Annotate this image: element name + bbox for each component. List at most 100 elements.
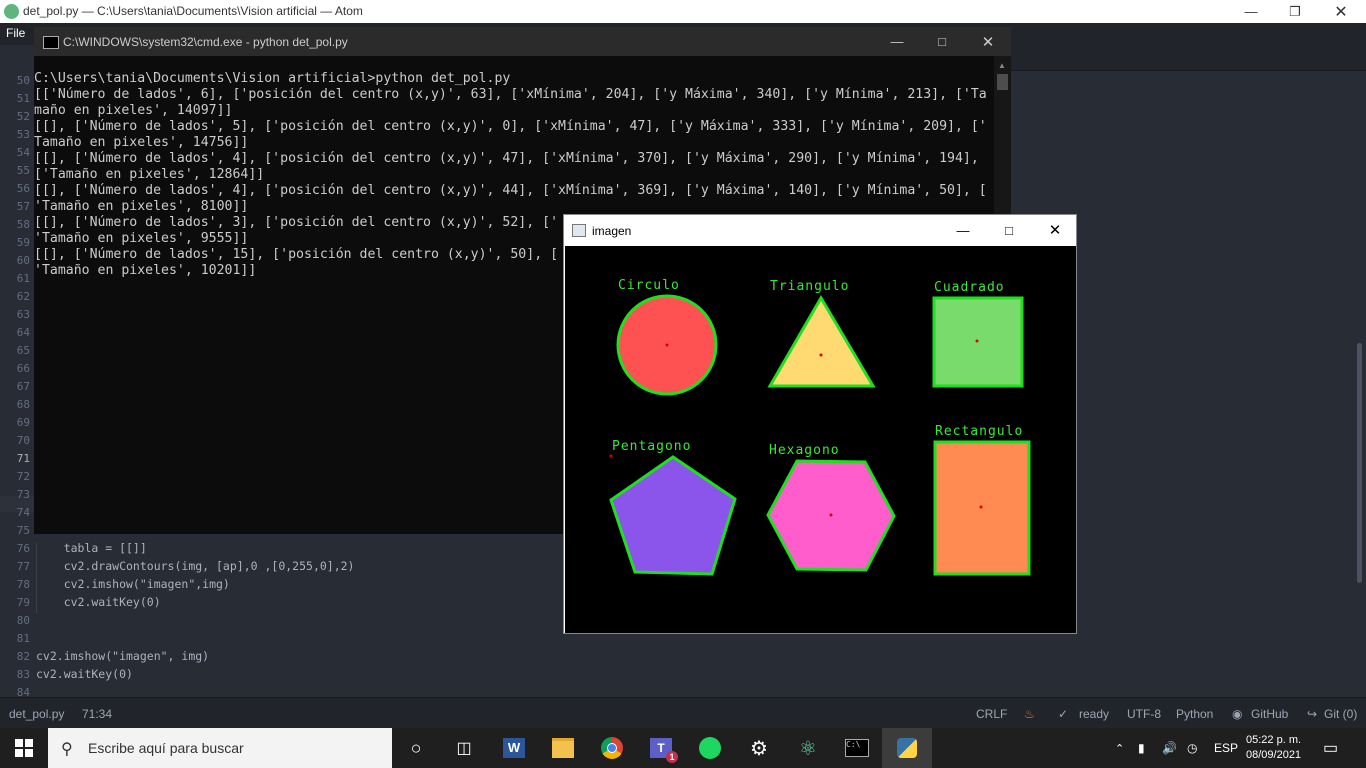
atom-taskbar-icon[interactable]: ⚛: [784, 728, 832, 768]
cortana-icon[interactable]: ○: [392, 728, 440, 768]
clock-date: 08/09/2021: [1246, 749, 1302, 761]
close-button[interactable]: ✕: [1318, 0, 1364, 23]
github-icon: ◉: [1232, 707, 1243, 721]
cmd-scroll-thumb[interactable]: [997, 74, 1008, 90]
clock-time: 05:22 p. m.: [1246, 734, 1302, 746]
code-line[interactable]: tabla = [[]]: [36, 541, 147, 555]
cmd-taskbar-icon[interactable]: C:\: [833, 728, 881, 768]
line-number: 80: [16, 614, 30, 627]
windows-taskbar: ⚲ Escribe aquí para buscar ○ ◫ W T1 ⚙ ⚛ …: [0, 728, 1366, 768]
status-line-ending[interactable]: CRLF: [976, 707, 1007, 721]
line-number: 75: [16, 524, 30, 537]
editor-scrollbar[interactable]: [1357, 343, 1362, 583]
atom-statusbar: det_pol.py 71:34 CRLF ♨ ✓ ready UTF-8 Py…: [0, 697, 1366, 729]
label-rectangulo: Rectangulo: [935, 424, 1023, 439]
atom-titlebar: det_pol.py — C:\Users\tania\Documents\Vi…: [0, 0, 1366, 23]
volume-icon[interactable]: 🔊: [1162, 728, 1177, 768]
label-circulo: Circulo: [618, 278, 680, 293]
line-number: 54: [16, 146, 30, 159]
status-github[interactable]: GitHub: [1251, 707, 1288, 721]
label-hexagono: Hexagono: [769, 443, 840, 458]
line-number: 60: [16, 254, 30, 267]
notification-icon[interactable]: ▭: [1323, 728, 1338, 768]
task-view-icon[interactable]: ◫: [440, 728, 488, 768]
spotify-icon[interactable]: [686, 728, 734, 768]
minimize-button[interactable]: —: [1228, 0, 1274, 23]
line-number: 77: [16, 560, 30, 573]
line-number: 65: [16, 344, 30, 357]
cmd-output-line: [[], ['Número de lados', 4], ['posición …: [34, 151, 979, 166]
code-line[interactable]: cv2.waitKey(0): [36, 595, 161, 609]
imagen-canvas: Circulo Triangulo Cuadrado Pentagono Hex…: [565, 246, 1076, 633]
imagen-window-icon: [572, 224, 586, 237]
line-number: 81: [16, 632, 30, 645]
line-number: 57: [16, 200, 30, 213]
clock[interactable]: 05:22 p. m. 08/09/2021: [1246, 728, 1301, 768]
cmd-close-button[interactable]: ✕: [965, 27, 1011, 56]
line-number: 79: [16, 596, 30, 609]
square-center-dot: [975, 339, 979, 343]
status-encoding[interactable]: UTF-8: [1127, 707, 1161, 721]
line-number: 82: [16, 650, 30, 663]
language-indicator[interactable]: ESP: [1214, 728, 1238, 768]
imagen-close-button[interactable]: ✕: [1032, 215, 1078, 245]
circle-center-dot: [665, 343, 669, 347]
line-number: 69: [16, 416, 30, 429]
line-number: 52: [16, 110, 30, 123]
triangle-shape: [767, 295, 876, 388]
taskbar-search[interactable]: ⚲ Escribe aquí para buscar: [48, 728, 392, 768]
chrome-icon[interactable]: [588, 728, 636, 768]
status-git[interactable]: Git (0): [1324, 707, 1357, 721]
line-number: 61: [16, 272, 30, 285]
teams-icon[interactable]: T1: [637, 728, 685, 768]
code-line[interactable]: cv2.imshow("imagen",img): [36, 577, 230, 591]
line-number: 71: [16, 452, 30, 465]
imagen-window-title: imagen: [592, 224, 632, 238]
word-app-icon[interactable]: W: [490, 728, 538, 768]
atom-window-title: det_pol.py — C:\Users\tania\Documents\Vi…: [23, 4, 363, 18]
file-explorer-icon[interactable]: [539, 728, 587, 768]
wifi-icon[interactable]: ◷: [1187, 728, 1197, 768]
label-triangulo: Triangulo: [770, 279, 849, 294]
line-number: 73: [16, 488, 30, 501]
status-ready[interactable]: ready: [1079, 707, 1109, 721]
start-button[interactable]: [0, 728, 48, 768]
status-filename[interactable]: det_pol.py: [9, 707, 64, 721]
code-line[interactable]: cv2.waitKey(0): [36, 667, 133, 681]
line-number: 83: [16, 668, 30, 681]
imagen-maximize-button[interactable]: □: [986, 215, 1032, 245]
code-line[interactable]: cv2.imshow("imagen", img): [36, 649, 209, 663]
maximize-button[interactable]: ❐: [1272, 0, 1318, 23]
line-number: 62: [16, 290, 30, 303]
line-number: 68: [16, 398, 30, 411]
cmd-output-line: [['Número de lados', 6], ['posición del …: [34, 87, 987, 102]
imagen-window[interactable]: imagen — □ ✕ Circulo Triangulo Cuadrado …: [563, 214, 1077, 634]
pentagon-center-dot: [609, 454, 613, 458]
line-number: 70: [16, 434, 30, 447]
triangle-center-dot: [819, 353, 823, 357]
code-line[interactable]: cv2.drawContours(img, [ap],0 ,[0,255,0],…: [36, 559, 355, 573]
cmd-maximize-button[interactable]: □: [919, 27, 965, 56]
status-grammar[interactable]: Python: [1176, 707, 1213, 721]
line-number: 72: [16, 470, 30, 483]
battery-icon[interactable]: ▮: [1138, 728, 1145, 768]
cmd-minimize-button[interactable]: —: [874, 27, 920, 56]
status-cursor-position[interactable]: 71:34: [82, 707, 112, 721]
imagen-minimize-button[interactable]: —: [940, 215, 986, 245]
menu-file[interactable]: File: [6, 26, 25, 40]
settings-gear-icon[interactable]: ⚙: [735, 728, 783, 768]
python-taskbar-icon[interactable]: [882, 728, 932, 768]
rectangle-center-dot: [979, 505, 983, 509]
tab-strip: [1010, 45, 1366, 71]
line-number: 58: [16, 218, 30, 231]
line-number: 53: [16, 128, 30, 141]
flame-icon[interactable]: ♨: [1024, 707, 1035, 721]
show-hidden-icons[interactable]: ⌃: [1115, 728, 1124, 768]
windows-logo-icon: [15, 739, 33, 757]
line-number: 66: [16, 362, 30, 375]
teams-badge: 1: [666, 751, 678, 763]
cmd-output-line: [[], ['Número de lados', 5], ['posición …: [34, 119, 987, 134]
label-pentagono: Pentagono: [612, 439, 691, 454]
search-icon: ⚲: [61, 741, 73, 758]
scroll-up-icon[interactable]: ▲: [998, 61, 1006, 70]
